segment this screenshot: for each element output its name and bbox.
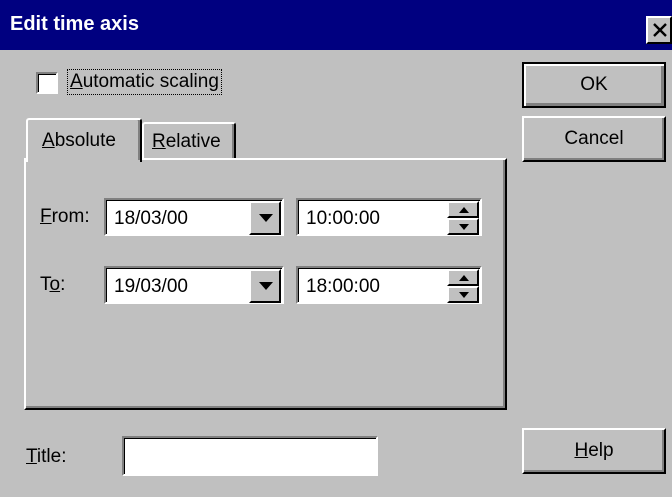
arrow-up-icon	[459, 207, 469, 213]
tab-relative-label: Relative	[152, 131, 221, 152]
title-input[interactable]	[122, 436, 378, 476]
ok-button[interactable]: OK	[522, 62, 666, 108]
from-time-spinner[interactable]: 10:00:00	[296, 198, 482, 236]
tab-absolute-label: Absolute	[42, 130, 116, 151]
dialog-title: Edit time axis	[10, 13, 139, 35]
to-date-combo[interactable]: 19/03/00	[104, 266, 284, 304]
to-time-value: 18:00:00	[306, 276, 380, 297]
automatic-scaling-label[interactable]: Automatic scaling	[67, 69, 222, 95]
to-date-dropdown-button[interactable]	[249, 269, 281, 303]
arrow-down-icon	[459, 292, 469, 298]
arrow-up-icon	[459, 275, 469, 281]
close-button[interactable]	[646, 16, 672, 44]
from-time-up-button[interactable]	[447, 201, 479, 218]
automatic-scaling-checkbox[interactable]	[36, 72, 58, 94]
from-time-down-button[interactable]	[447, 218, 479, 235]
from-date-value: 18/03/00	[114, 208, 188, 229]
title-label: Title:	[26, 446, 67, 467]
help-button[interactable]: Help	[522, 428, 666, 474]
chevron-down-icon	[259, 214, 273, 222]
tab-relative[interactable]: Relative	[142, 122, 236, 160]
from-date-dropdown-button[interactable]	[249, 201, 281, 235]
from-label: From:	[40, 206, 90, 227]
arrow-down-icon	[459, 224, 469, 230]
cancel-button[interactable]: Cancel	[522, 116, 666, 162]
close-icon	[653, 23, 667, 37]
edit-time-axis-dialog: Edit time axis Automatic scaling OK Canc…	[0, 0, 672, 497]
from-time-spin-buttons	[447, 201, 479, 235]
to-time-spin-buttons	[447, 269, 479, 303]
from-time-value: 10:00:00	[306, 208, 380, 229]
title-bar[interactable]: Edit time axis	[0, 0, 672, 50]
to-date-value: 19/03/00	[114, 276, 188, 297]
chevron-down-icon	[259, 282, 273, 290]
tab-absolute[interactable]: Absolute	[26, 118, 142, 166]
to-label: To:	[40, 274, 66, 295]
to-time-down-button[interactable]	[447, 286, 479, 303]
to-time-spinner[interactable]: 18:00:00	[296, 266, 482, 304]
to-time-up-button[interactable]	[447, 269, 479, 286]
from-date-combo[interactable]: 18/03/00	[104, 198, 284, 236]
